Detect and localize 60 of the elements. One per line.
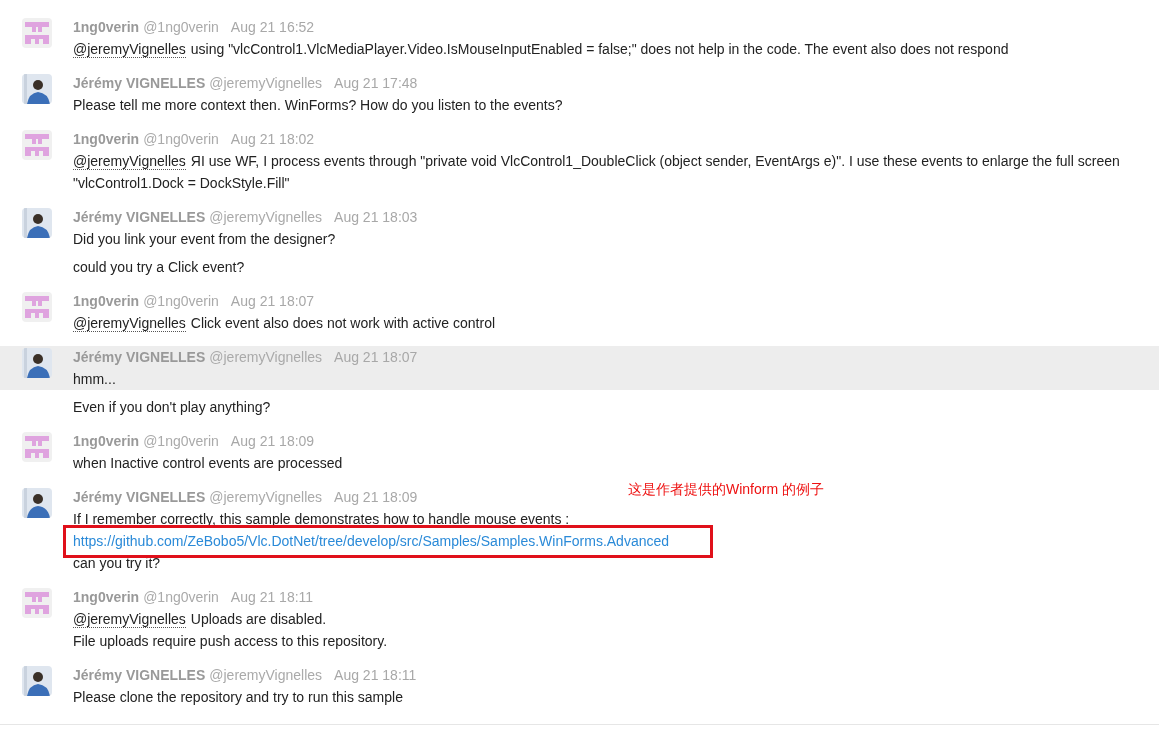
author-name[interactable]: Jérémy VIGNELLES — [73, 486, 206, 508]
annotation-text: 这是作者提供的Winform 的例子 — [628, 480, 824, 499]
message-text: If I remember correctly, this sample demonstrates how to handle mouse events : — [73, 510, 570, 529]
author-handle[interactable]: @1ng0verin — [143, 586, 219, 608]
message-time[interactable]: Aug 21 18:03 — [334, 206, 418, 228]
avatar — [22, 348, 52, 378]
identicon-avatar — [22, 130, 52, 160]
repository-link[interactable]: https://github.com/ZeBobo5/Vlc.DotNet/tree/develop/src/Samples/Samples.WinForms.Advanced — [73, 533, 670, 549]
author-handle[interactable]: @1ng0verin — [143, 16, 219, 38]
message-text: Please tell me more context then. WinForms? How do you listen to the events? — [73, 96, 563, 115]
message-text: @jeremyVignelles Click event also does not work with active control — [73, 314, 496, 334]
user-mention[interactable]: @jeremyVignelles — [73, 153, 186, 170]
user-mention[interactable]: @jeremyVignelles — [73, 611, 186, 628]
message-time[interactable]: Aug 21 18:07 — [230, 290, 315, 312]
identicon-avatar — [22, 432, 52, 462]
message-text: hmm... — [73, 370, 116, 389]
message-text: can you try it? — [73, 554, 161, 573]
author-handle[interactable]: @jeremyVignelles — [209, 486, 323, 508]
avatar — [22, 488, 52, 518]
message-text: @jeremyVignelles using "vlcControl1.VlcMediaPlayer.Video.IsMouseInputEnabled = false;" does not help in the code. The event also does not respond — [73, 40, 1009, 60]
avatar — [22, 74, 52, 104]
author-name[interactable]: Jérémy VIGNELLES — [73, 206, 206, 228]
author-name[interactable]: 1ng0verin — [73, 290, 140, 312]
identicon-avatar — [22, 588, 52, 618]
message-time[interactable]: Aug 21 18:11 — [230, 586, 314, 608]
author-handle[interactable]: @jeremyVignelles — [209, 664, 323, 686]
author-handle[interactable]: @1ng0verin — [143, 290, 219, 312]
author-handle[interactable]: @jeremyVignelles — [209, 206, 323, 228]
author-name[interactable]: Jérémy VIGNELLES — [73, 664, 206, 686]
author-handle[interactable]: @1ng0verin — [143, 430, 219, 452]
identicon-avatar — [22, 292, 52, 322]
message-time[interactable]: Aug 21 16:52 — [230, 16, 315, 38]
avatar — [22, 666, 52, 696]
message-text: Even if you don't play anything? — [73, 398, 271, 417]
message-text: Did you link your event from the designer? — [73, 230, 336, 249]
author-name[interactable]: 1ng0verin — [73, 128, 140, 150]
author-name[interactable]: 1ng0verin — [73, 586, 140, 608]
author-name[interactable]: 1ng0verin — [73, 16, 140, 38]
author-handle[interactable]: @jeremyVignelles — [209, 346, 323, 368]
message-time[interactable]: Aug 21 18:11 — [334, 664, 417, 686]
author-name[interactable]: Jérémy VIGNELLES — [73, 72, 206, 94]
message-text: File uploads require push access to this repository. — [73, 632, 388, 651]
author-name[interactable]: 1ng0verin — [73, 430, 140, 452]
user-mention[interactable]: @jeremyVignelles — [73, 41, 186, 58]
message-text: @jeremyVignelles ЯI use WF, I process events through "private void VlcControl1_DoubleClick (object sender, EventArgs e)". I use these events to enlarge the full screen "vlcControl1.Dock = DockStyle.Fill" — [73, 152, 1121, 193]
identicon-avatar — [22, 18, 52, 48]
user-mention[interactable]: @jeremyVignelles — [73, 315, 186, 332]
message-text: could you try a Click event? — [73, 258, 245, 277]
message-time[interactable]: Aug 21 18:07 — [334, 346, 418, 368]
author-name[interactable]: Jérémy VIGNELLES — [73, 346, 206, 368]
avatar — [22, 208, 52, 238]
message-time[interactable]: Aug 21 18:09 — [334, 486, 418, 508]
author-handle[interactable]: @jeremyVignelles — [209, 72, 323, 94]
message-text: @jeremyVignelles Uploads are disabled. — [73, 610, 327, 630]
message-text: Please clone the repository and try to run this sample — [73, 688, 403, 707]
message-time[interactable]: Aug 21 17:48 — [334, 72, 418, 94]
message-time[interactable]: Aug 21 18:09 — [230, 430, 315, 452]
message-text: when Inactive control events are processed — [73, 454, 343, 473]
message-time[interactable]: Aug 21 18:02 — [230, 128, 315, 150]
author-handle[interactable]: @1ng0verin — [143, 128, 219, 150]
